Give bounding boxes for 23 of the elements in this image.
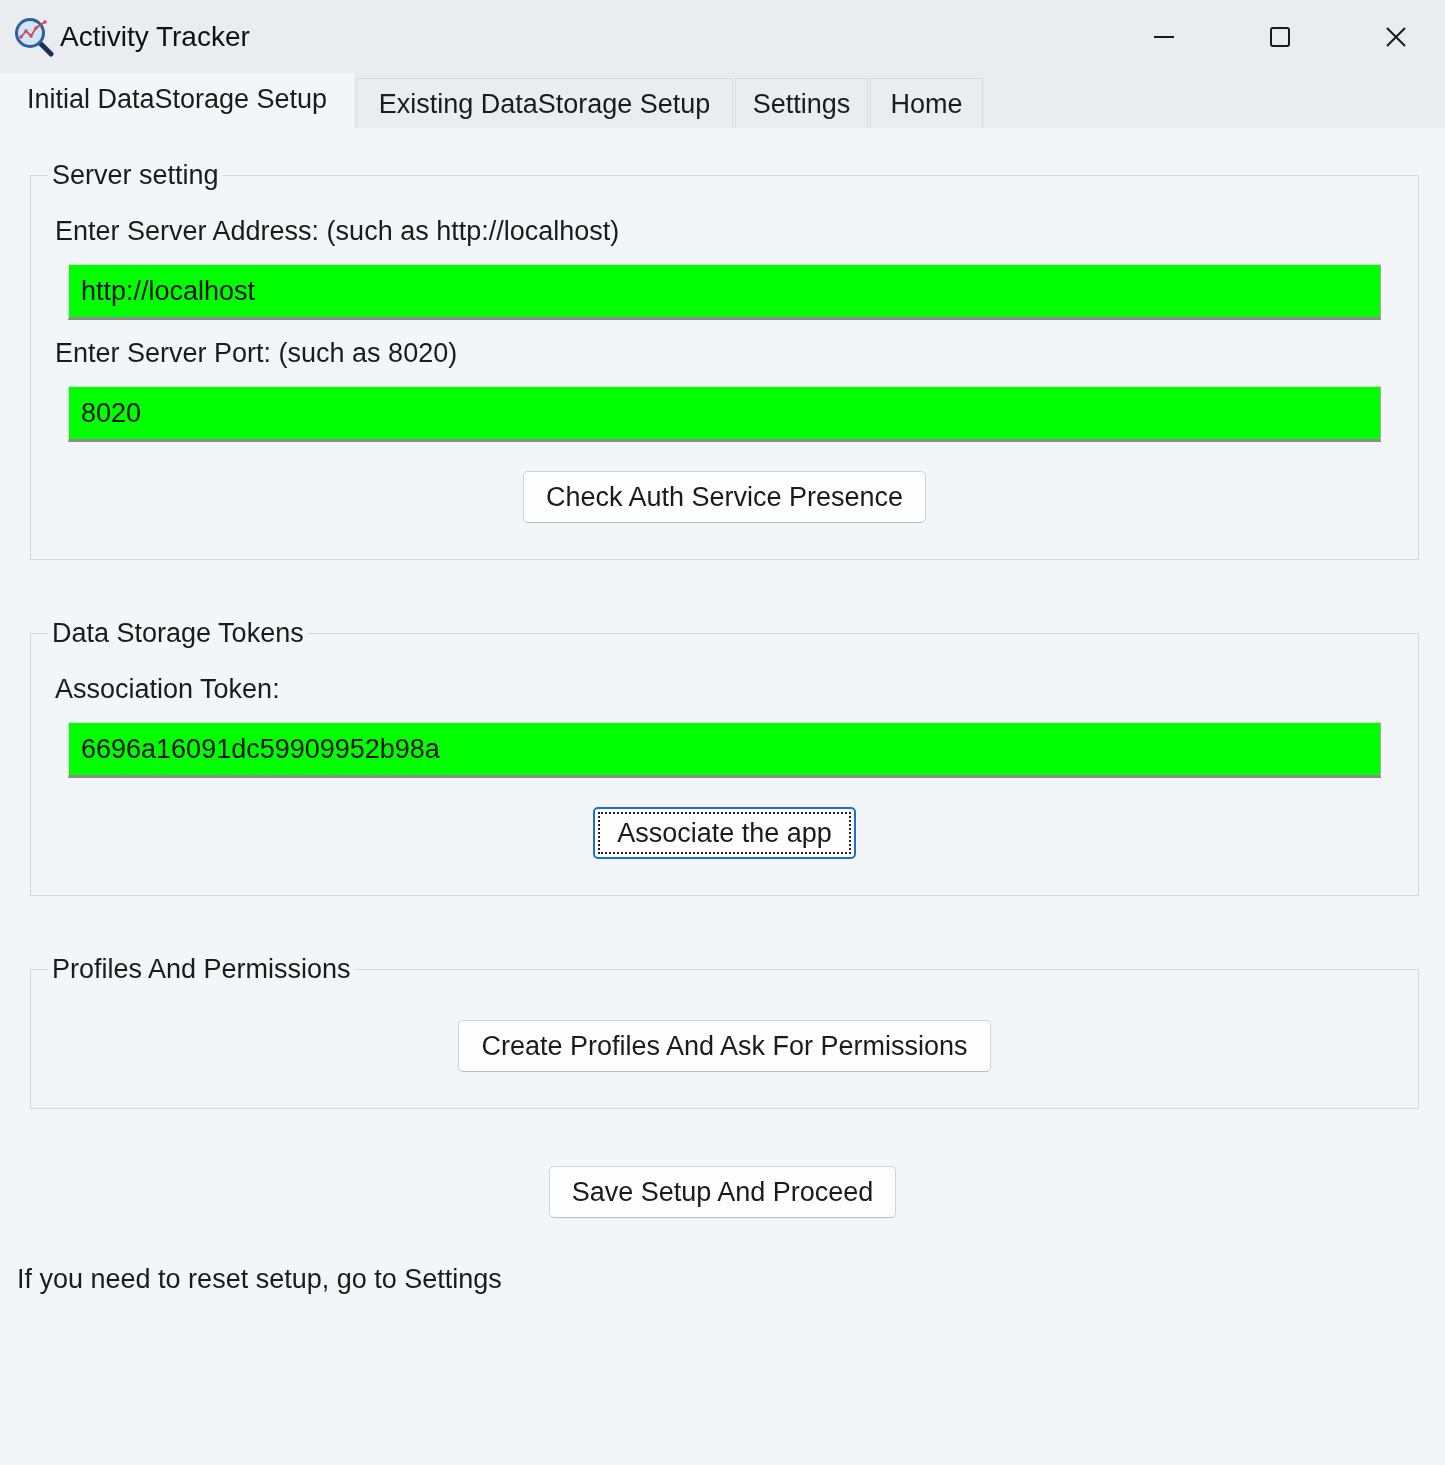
text-field[interactable]: 6696a16091dc59909952b98a <box>68 722 1381 778</box>
tab[interactable]: Home <box>870 78 983 128</box>
magnifier-chart-icon <box>14 16 54 57</box>
tab[interactable]: Existing DataStorage Setup <box>356 78 733 128</box>
action-button[interactable]: Associate the app <box>593 807 856 859</box>
group-title: Profiles And Permissions <box>51 953 352 985</box>
tab[interactable]: Settings <box>735 78 868 128</box>
text-field[interactable]: 8020 <box>68 386 1381 442</box>
window-title: Activity Tracker <box>60 20 250 53</box>
action-button[interactable]: Save Setup And Proceed <box>548 1166 897 1218</box>
close-icon[interactable] <box>1386 26 1406 47</box>
footer-note: If you need to reset setup, go to Settings <box>17 1264 502 1294</box>
field-label: Association Token: <box>55 674 281 704</box>
maximize-icon[interactable] <box>1270 26 1290 47</box>
group-title: Data Storage Tokens <box>51 617 305 649</box>
minimize-icon[interactable] <box>1154 35 1174 38</box>
action-button[interactable]: Create Profiles And Ask For Permissions <box>458 1020 991 1072</box>
group-title: Server setting <box>51 159 220 191</box>
action-button[interactable]: Check Auth Service Presence <box>522 471 927 523</box>
text-field[interactable]: http://localhost <box>68 264 1381 320</box>
tab[interactable]: Initial DataStorage Setup <box>0 73 354 128</box>
field-label: Enter Server Address: (such as http://localhost) <box>55 216 621 246</box>
field-label: Enter Server Port: (such as 8020) <box>55 338 459 368</box>
